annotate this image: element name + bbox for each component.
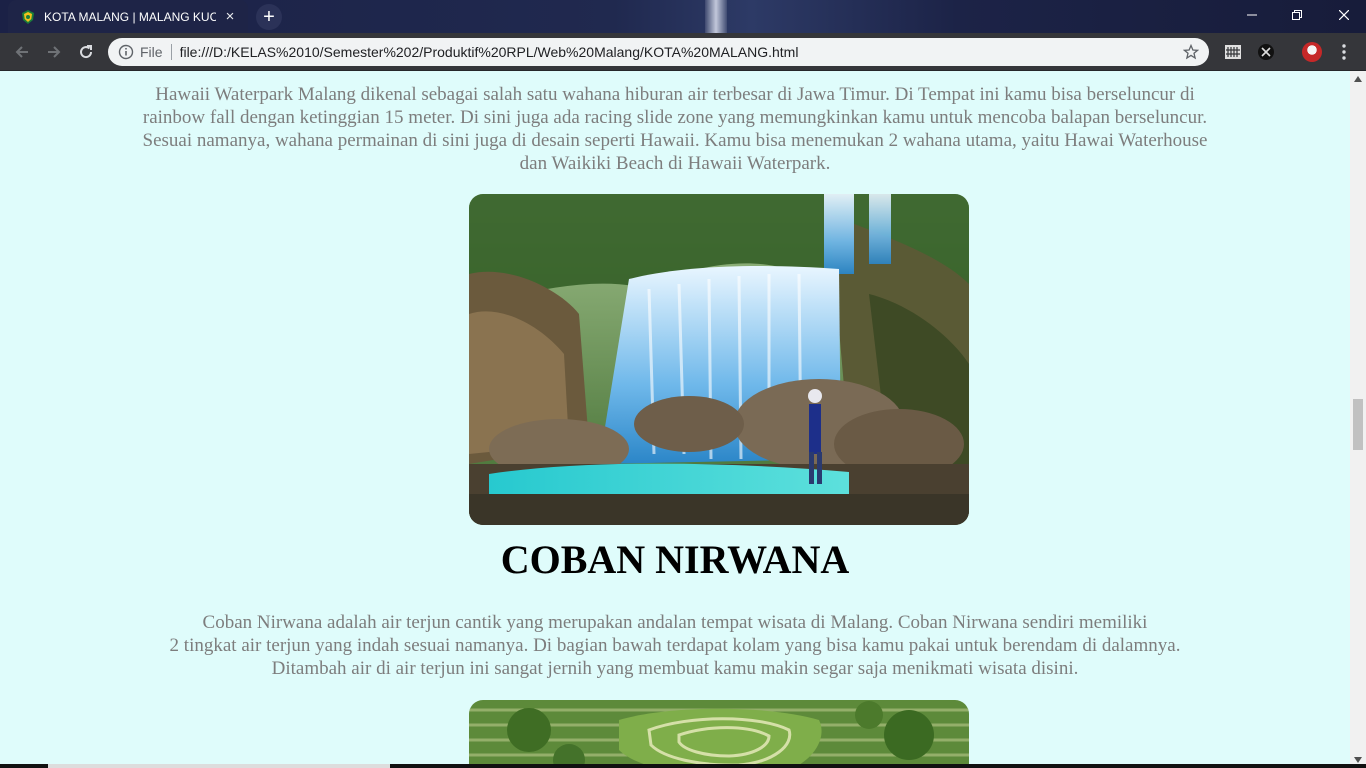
browser-toolbar: File file:///D:/KELAS%2010/Semester%202/… (0, 33, 1366, 71)
page-scrollbar[interactable] (1350, 71, 1366, 768)
malang-crest-icon (22, 9, 34, 24)
paragraph-line: Hawaii Waterpark Malang dikenal sebagai … (155, 84, 1195, 105)
taskbar-segment (48, 764, 390, 768)
minimize-button[interactable] (1229, 0, 1274, 30)
coban-nirwana-heading: COBAN NIRWANA (500, 537, 850, 582)
info-icon[interactable] (118, 44, 134, 60)
reload-button[interactable] (72, 38, 100, 66)
paragraph-line: dan Waikiki Beach di Hawaii Waterpark. (519, 153, 831, 174)
caret-down-icon (1354, 757, 1362, 763)
arrow-back-icon (15, 46, 28, 58)
scheme-label: File (140, 44, 163, 60)
coban-nirwana-waterfall-photo (469, 194, 969, 525)
caret-up-icon (1354, 76, 1362, 82)
tab-kota-malang[interactable]: KOTA MALANG | MALANG KUCE × (8, 0, 248, 33)
back-button[interactable] (8, 38, 36, 66)
url-text[interactable]: file:///D:/KELAS%2010/Semester%202/Produ… (180, 44, 799, 60)
paragraph-line: 2 tingkat air terjun yang indah sesuai n… (169, 635, 1181, 656)
coban-nirwana-paragraph: Coban Nirwana adalah air terjun cantik y… (0, 611, 1350, 680)
extension-x-icon[interactable] (1256, 42, 1276, 62)
paragraph-line: Coban Nirwana adalah air terjun cantik y… (202, 612, 1148, 633)
paragraph-line: Ditambah air di air terjun ini sangat je… (271, 658, 1079, 679)
forward-button[interactable] (40, 38, 68, 66)
restore-button[interactable] (1274, 0, 1319, 30)
profile-avatar[interactable] (1302, 42, 1322, 62)
taskbar-edge (0, 764, 1366, 768)
page-viewport: Hawaii Waterpark Malang dikenal sebagai … (0, 71, 1350, 768)
close-icon (1338, 10, 1349, 20)
arrow-forward-icon (48, 46, 61, 58)
omnibox-separator (170, 44, 172, 60)
restore-icon (1291, 10, 1302, 20)
tab-title: KOTA MALANG | MALANG KUCE (44, 9, 216, 24)
garden-maze-photo (469, 700, 969, 768)
tab-close-icon[interactable]: × (222, 8, 238, 25)
new-tab-button[interactable]: + (256, 4, 282, 30)
minimize-icon (1246, 14, 1257, 16)
reload-icon (80, 45, 93, 59)
more-vert-icon[interactable] (1336, 42, 1352, 62)
paragraph-line: rainbow fall dengan ketinggian 15 meter.… (142, 107, 1208, 128)
close-window-button[interactable] (1321, 0, 1366, 30)
extension-grid-icon[interactable] (1223, 42, 1243, 62)
scroll-thumb[interactable] (1353, 399, 1363, 450)
star-icon[interactable] (1183, 44, 1199, 60)
hawaii-waterpark-paragraph: Hawaii Waterpark Malang dikenal sebagai … (0, 83, 1350, 175)
address-bar[interactable]: File file:///D:/KELAS%2010/Semester%202/… (108, 38, 1209, 66)
paragraph-line: Sesuai namanya, wahana permainan di sini… (142, 130, 1208, 151)
window-titlebar: KOTA MALANG | MALANG KUCE × + (0, 0, 1366, 33)
wallpaper-light-beam (705, 0, 727, 33)
scroll-up-button[interactable] (1350, 71, 1366, 87)
